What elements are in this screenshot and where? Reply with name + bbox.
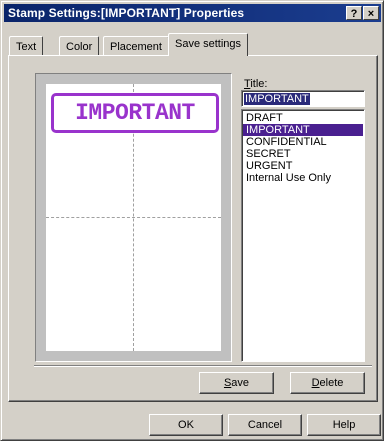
title-bar[interactable]: Stamp Settings:[IMPORTANT] Properties ? … — [4, 4, 381, 22]
cancel-button[interactable]: Cancel — [228, 414, 302, 436]
properties-dialog: Stamp Settings:[IMPORTANT] Properties ? … — [0, 0, 384, 441]
list-item[interactable]: URGENT — [243, 160, 363, 172]
tab-color[interactable]: Color — [59, 36, 100, 56]
list-item[interactable]: SECRET — [243, 148, 363, 160]
window-title: Stamp Settings:[IMPORTANT] Properties — [8, 6, 245, 20]
title-input-value: IMPORTANT — [244, 93, 310, 105]
list-item[interactable]: CONFIDENTIAL — [243, 136, 363, 148]
list-item-selected[interactable]: IMPORTANT — [243, 124, 363, 136]
help-button[interactable]: Help — [307, 414, 381, 436]
title-input[interactable]: IMPORTANT — [241, 90, 365, 107]
list-item[interactable]: Internal Use Only — [243, 172, 363, 184]
save-button[interactable]: Save — [199, 372, 274, 394]
tab-text[interactable]: Text — [9, 36, 44, 56]
close-icon[interactable]: × — [363, 6, 379, 20]
preview-horizontal-guide — [46, 217, 221, 218]
tab-save-settings[interactable]: Save settings — [168, 33, 249, 56]
tab-placement[interactable]: Placement — [103, 36, 169, 56]
list-item[interactable]: DRAFT — [243, 112, 363, 124]
preview-page: IMPORTANT — [46, 84, 221, 351]
delete-button[interactable]: Delete — [290, 372, 365, 394]
separator — [34, 365, 372, 367]
stamp-preview: IMPORTANT — [35, 73, 232, 362]
ok-button[interactable]: OK — [149, 414, 223, 436]
title-label: Title: — [244, 78, 268, 90]
help-icon[interactable]: ? — [346, 6, 362, 20]
stamp-list[interactable]: DRAFT IMPORTANT CONFIDENTIAL SECRET URGE… — [241, 109, 365, 362]
stamp-preview-text: IMPORTANT — [51, 93, 219, 133]
